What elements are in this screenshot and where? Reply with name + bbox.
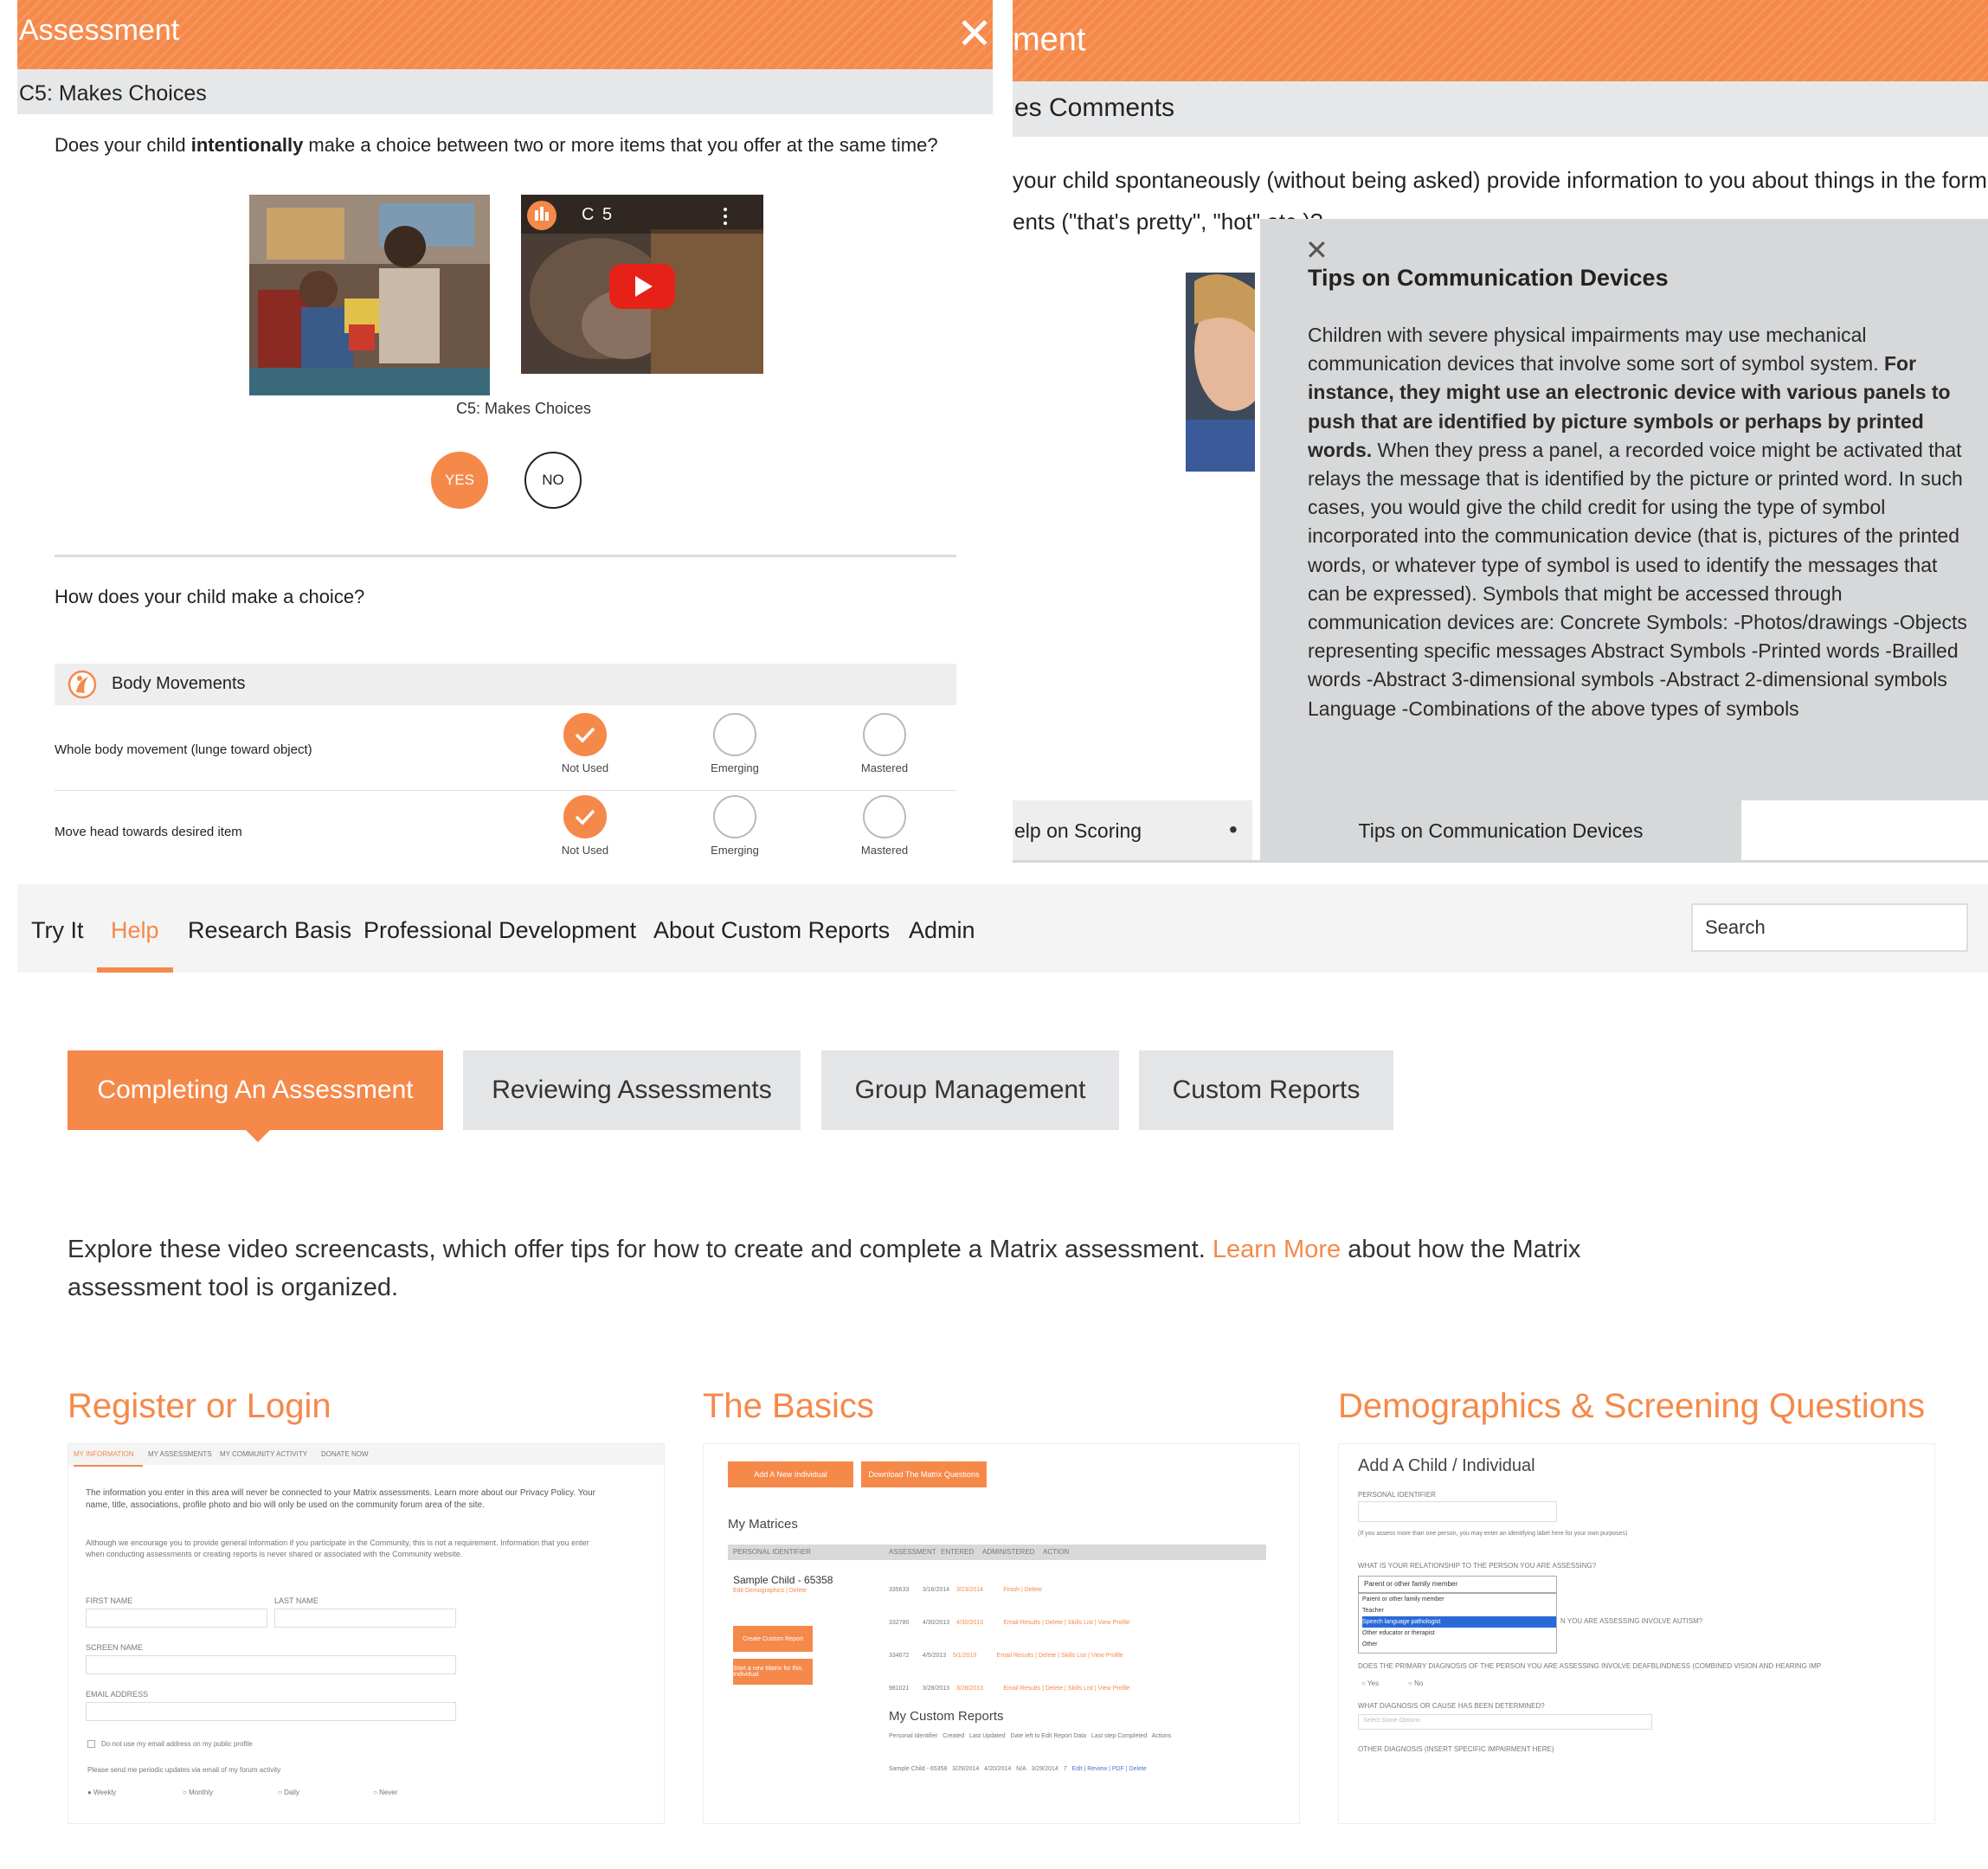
question-subheader: C5: Makes Choices — [17, 69, 993, 114]
intro-paragraph: Explore these video screencasts, which o… — [68, 1236, 1581, 1301]
yes-button[interactable]: YES — [431, 452, 488, 509]
behavior-label: Move head towards desired item — [55, 825, 242, 839]
nav-try-it[interactable]: Try It — [31, 917, 84, 944]
option-label: Mastered — [860, 761, 909, 774]
option-not-used[interactable]: Not Used — [533, 795, 637, 857]
tab-group-management[interactable]: Group Management — [821, 1050, 1119, 1130]
assessment-header — [1013, 0, 1988, 81]
tab-help-on-scoring[interactable]: elp on Scoring • — [1013, 800, 1252, 863]
video-title: C 5 — [582, 205, 614, 224]
option-label: Not Used — [561, 844, 609, 857]
tab-reviewing-assessments[interactable]: Reviewing Assessments — [463, 1050, 801, 1130]
tab-tips-on-communication-devices[interactable]: Tips on Communication Devices — [1260, 800, 1741, 863]
tab-custom-reports[interactable]: Custom Reports — [1139, 1050, 1393, 1130]
option-label: Mastered — [860, 844, 909, 857]
nav-professional-development[interactable]: Professional Development — [364, 917, 636, 944]
tab-underline — [1013, 860, 1988, 863]
radio-circle[interactable] — [863, 795, 906, 838]
option-mastered[interactable]: Mastered — [833, 713, 936, 774]
section-demographics[interactable]: Demographics & Screening Questions — [1338, 1387, 1925, 1426]
subheader-text: C5: Makes Choices — [19, 81, 207, 106]
nav-about-custom-reports[interactable]: About Custom Reports — [653, 917, 890, 944]
nav-research-basis[interactable]: Research Basis — [188, 917, 351, 944]
row-divider — [55, 790, 956, 791]
option-label: Emerging — [711, 761, 759, 774]
question-subheader: es Comments — [1013, 81, 1988, 137]
tab-label: elp on Scoring — [1014, 819, 1142, 842]
nav-admin[interactable]: Admin — [909, 917, 975, 944]
no-button[interactable]: NO — [524, 452, 582, 509]
option-not-used[interactable]: Not Used — [533, 713, 637, 774]
photo-thumbnail[interactable] — [249, 195, 490, 395]
tab-label: Tips on Communication Devices — [1358, 819, 1644, 842]
assessment-title: ment — [1013, 22, 1086, 58]
option-label: Emerging — [711, 844, 759, 857]
tab-completing-an-assessment[interactable]: Completing An Assessment — [68, 1050, 443, 1130]
video-thumbnail-basics[interactable]: Add A New Individual Download The Matrix… — [703, 1443, 1300, 1824]
assessment-panel: Assessment ✕ C5: Makes Choices Does your… — [17, 0, 993, 865]
active-tab-caret — [246, 1130, 270, 1142]
option-label: Not Used — [561, 761, 609, 774]
tab-bullet: • — [1229, 816, 1238, 843]
body-movement-icon — [68, 670, 97, 699]
section-register-or-login[interactable]: Register or Login — [68, 1387, 331, 1426]
video-player[interactable]: C 5 — [521, 195, 763, 374]
option-emerging[interactable]: Emerging — [683, 795, 787, 857]
tips-body: Children with severe physical impairment… — [1308, 324, 1967, 720]
nav-help[interactable]: Help — [111, 917, 159, 944]
check-icon[interactable] — [563, 713, 607, 756]
category-bar: Body Movements — [55, 664, 956, 705]
divider — [55, 555, 956, 557]
section-the-basics[interactable]: The Basics — [703, 1387, 874, 1426]
active-nav-indicator — [97, 967, 173, 973]
child-photo — [1186, 273, 1255, 472]
search-input[interactable] — [1691, 903, 1968, 952]
video-thumbnail-register[interactable]: MY INFORMATION MY ASSESSMENTS MY COMMUNI… — [68, 1443, 665, 1824]
assessment-title: Assessment — [19, 14, 180, 47]
followup-question: How does your child make a choice? — [55, 586, 365, 607]
tips-title: Tips on Communication Devices — [1308, 265, 1669, 291]
close-icon[interactable]: ✕ — [1305, 236, 1329, 264]
radio-circle[interactable] — [863, 713, 906, 756]
check-icon[interactable] — [563, 795, 607, 838]
tips-dialog: ✕ Tips on Communication Devices Children… — [1260, 219, 1988, 800]
option-emerging[interactable]: Emerging — [683, 713, 787, 774]
option-mastered[interactable]: Mastered — [833, 795, 936, 857]
behavior-label: Whole body movement (lunge toward object… — [55, 742, 312, 757]
radio-circle[interactable] — [713, 713, 756, 756]
category-label: Body Movements — [112, 674, 246, 693]
help-page: Try It Help Research Basis Professional … — [17, 884, 1988, 1869]
close-icon[interactable]: ✕ — [956, 12, 993, 55]
tips-panel: ment es Comments your child spontaneousl… — [1013, 0, 1988, 865]
radio-circle[interactable] — [713, 795, 756, 838]
question-text: Does your child intentionally make a cho… — [55, 134, 938, 156]
video-thumbnail-demographics[interactable]: Add A Child / Individual PERSONAL IDENTI… — [1338, 1443, 1935, 1824]
learn-more-link[interactable]: Learn More — [1213, 1236, 1341, 1263]
subheader-text: es Comments — [1014, 93, 1175, 122]
media-caption: C5: Makes Choices — [455, 400, 592, 417]
